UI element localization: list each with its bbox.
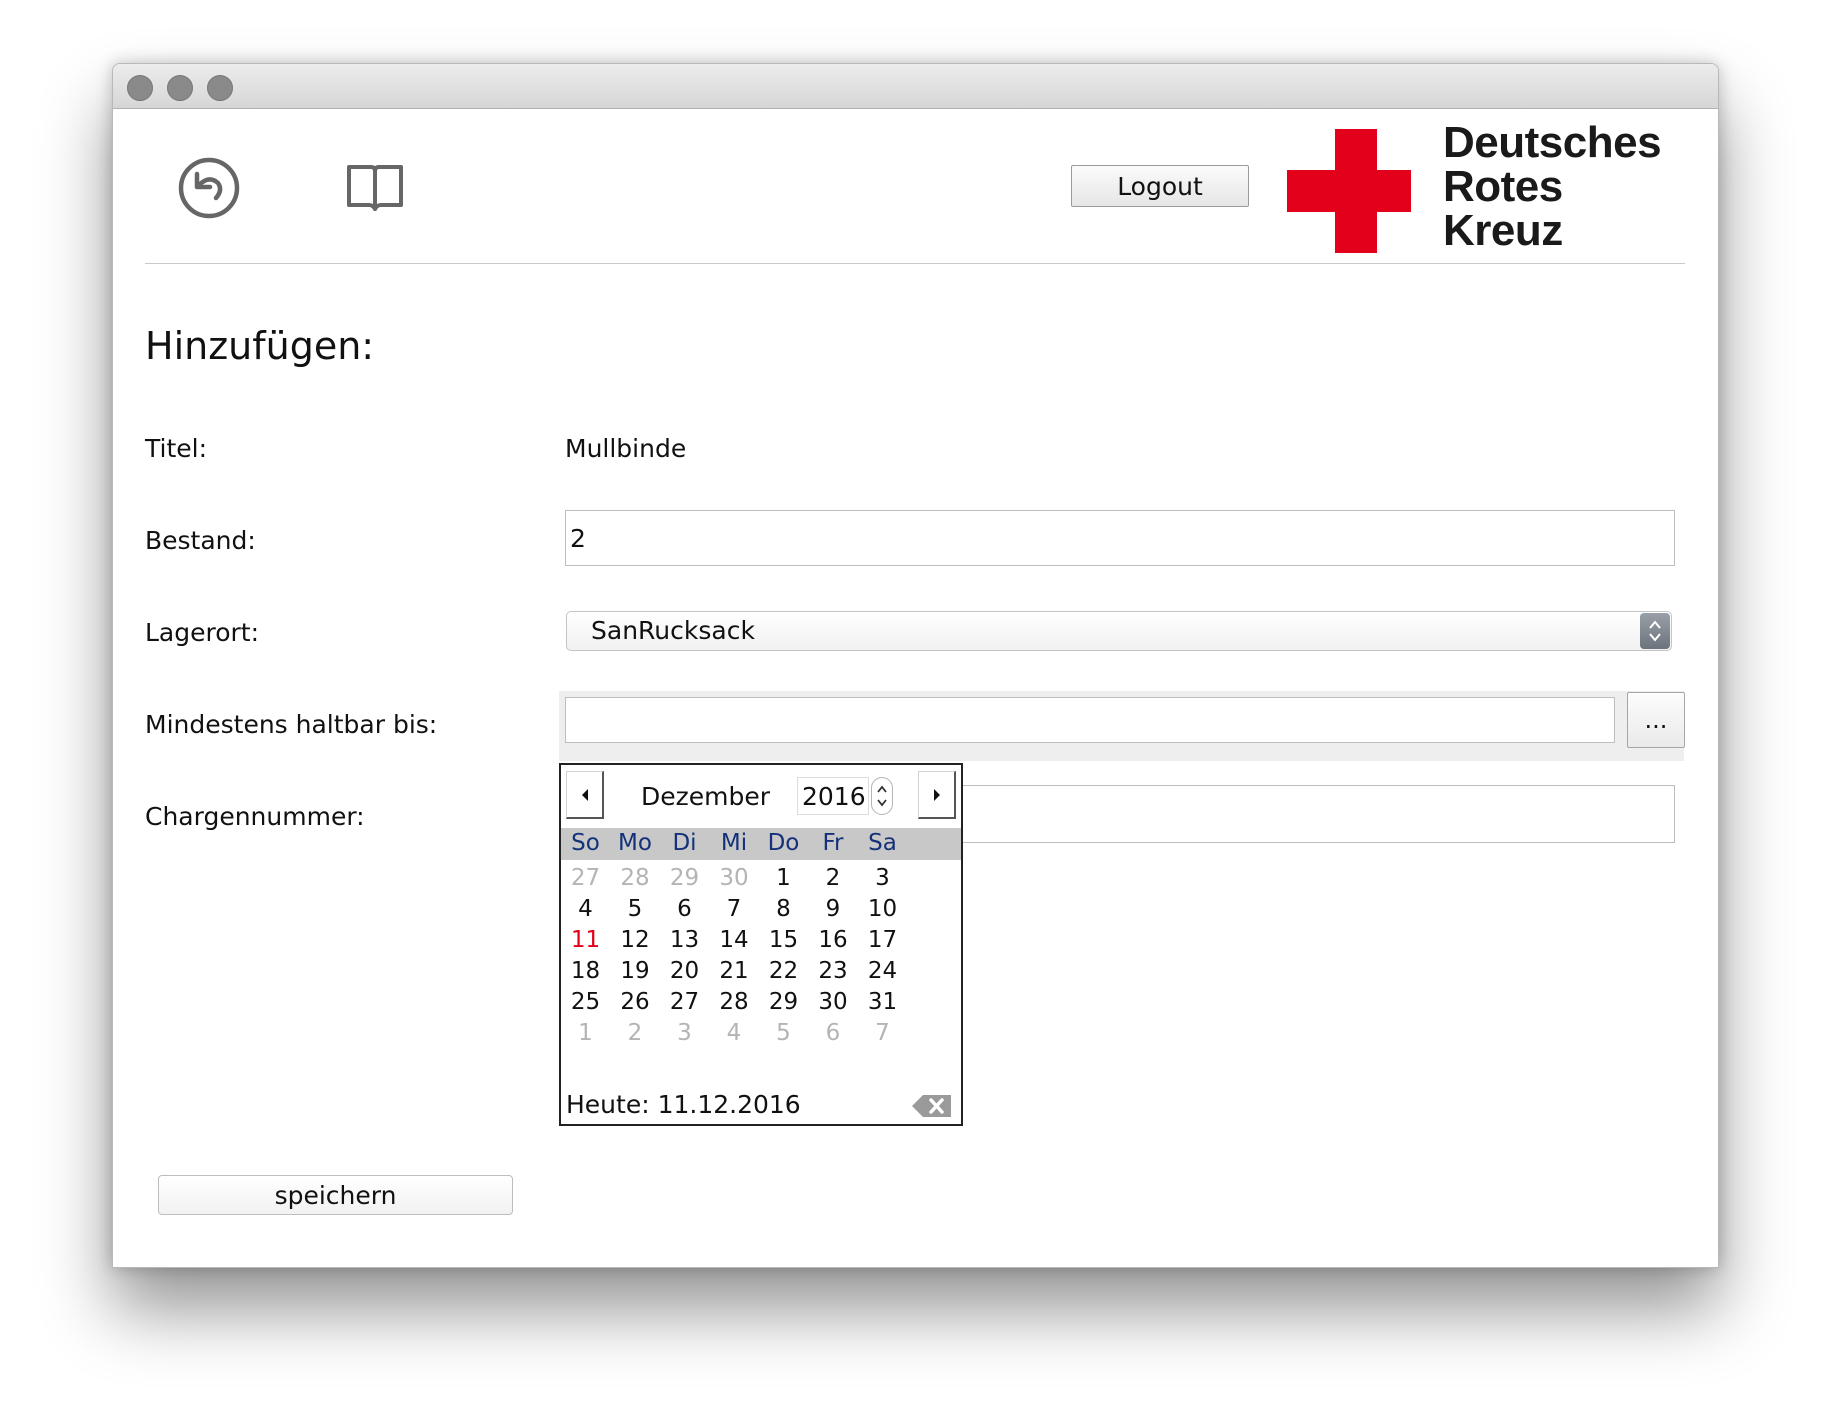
calendar-day[interactable]: 2 bbox=[805, 865, 862, 891]
calendar-day[interactable]: 29 bbox=[755, 989, 812, 1015]
next-month-button[interactable] bbox=[918, 771, 956, 819]
select-arrows-icon bbox=[1640, 613, 1670, 649]
calendar-day[interactable]: 18 bbox=[557, 958, 614, 984]
titel-label: Titel: bbox=[145, 434, 207, 463]
titel-value: Mullbinde bbox=[565, 434, 687, 463]
calendar-day[interactable]: 15 bbox=[755, 927, 812, 953]
bestand-label: Bestand: bbox=[145, 526, 256, 555]
calendar-day[interactable]: 28 bbox=[607, 865, 664, 891]
calendar-day[interactable]: 4 bbox=[557, 896, 614, 922]
open-book-icon bbox=[347, 165, 403, 211]
calendar-day[interactable]: 7 bbox=[706, 896, 763, 922]
calendar-day[interactable]: 8 bbox=[755, 896, 812, 922]
calendar-day[interactable]: 9 bbox=[805, 896, 862, 922]
calendar-day[interactable]: 6 bbox=[656, 896, 713, 922]
calendar-day[interactable]: 10 bbox=[854, 896, 911, 922]
calendar-day[interactable]: 5 bbox=[607, 896, 664, 922]
bestand-input[interactable] bbox=[565, 510, 1675, 566]
prev-month-button[interactable] bbox=[566, 771, 604, 819]
clear-backspace-icon bbox=[912, 1095, 951, 1117]
weekday-header: So Mo Di Mi Do Fr Sa bbox=[561, 828, 961, 860]
calendar-day[interactable]: 25 bbox=[557, 989, 614, 1015]
weekday-fr: Fr bbox=[822, 830, 844, 856]
calendar-day[interactable]: 6 bbox=[805, 1020, 862, 1046]
calendar-day[interactable]: 22 bbox=[755, 958, 812, 984]
weekday-mi: Mi bbox=[720, 830, 748, 856]
calendar-day[interactable]: 12 bbox=[607, 927, 664, 953]
calendar-day[interactable]: 16 bbox=[805, 927, 862, 953]
calendar-day[interactable]: 31 bbox=[854, 989, 911, 1015]
page-title: Hinzufügen: bbox=[145, 324, 375, 368]
logo-line-1: Deutsches bbox=[1443, 118, 1662, 167]
calendar-day[interactable]: 2 bbox=[607, 1020, 664, 1046]
calendar-day[interactable]: 19 bbox=[607, 958, 664, 984]
zoom-window-button[interactable] bbox=[207, 75, 233, 101]
lagerort-selected-value: SanRucksack bbox=[591, 616, 755, 645]
close-window-button[interactable] bbox=[127, 75, 153, 101]
mhd-date-input[interactable] bbox=[565, 697, 1615, 743]
drk-logo: Deutsches Rotes Kreuz bbox=[1287, 121, 1697, 261]
calendar-day[interactable]: 3 bbox=[854, 865, 911, 891]
header-divider bbox=[145, 263, 1685, 264]
calendar-day[interactable]: 30 bbox=[805, 989, 862, 1015]
calendar-day[interactable]: 26 bbox=[607, 989, 664, 1015]
weekday-do: Do bbox=[767, 830, 800, 856]
calendar-year-field[interactable]: 2016 bbox=[797, 777, 869, 815]
back-button[interactable] bbox=[177, 156, 241, 220]
title-bar bbox=[113, 64, 1718, 109]
weekday-mo: Mo bbox=[618, 830, 652, 856]
calendar-day[interactable]: 27 bbox=[656, 989, 713, 1015]
calendar-day[interactable]: 28 bbox=[706, 989, 763, 1015]
calendar-day[interactable]: 1 bbox=[557, 1020, 614, 1046]
calendar-day[interactable]: 27 bbox=[557, 865, 614, 891]
lagerort-select[interactable]: SanRucksack bbox=[566, 611, 1672, 651]
calendar-day[interactable]: 11 bbox=[557, 927, 614, 953]
calendar-day[interactable]: 5 bbox=[755, 1020, 812, 1046]
weekday-so: So bbox=[571, 830, 600, 856]
calendar-day[interactable]: 21 bbox=[706, 958, 763, 984]
calendar-day[interactable]: 3 bbox=[656, 1020, 713, 1046]
today-link[interactable]: Heute: 11.12.2016 bbox=[566, 1090, 801, 1119]
calendar-day[interactable]: 29 bbox=[656, 865, 713, 891]
app-window: Logout Deutsches Rotes Kreuz Hinzufügen:… bbox=[112, 63, 1719, 1268]
lagerort-label: Lagerort: bbox=[145, 618, 260, 647]
mhd-label: Mindestens haltbar bis: bbox=[145, 710, 438, 739]
spinner-arrows-icon bbox=[877, 785, 887, 807]
calendar-day[interactable]: 4 bbox=[706, 1020, 763, 1046]
calendar-day[interactable]: 13 bbox=[656, 927, 713, 953]
date-picker-button[interactable]: ... bbox=[1627, 692, 1685, 748]
back-arrow-circle-icon bbox=[178, 157, 240, 219]
calendar-day[interactable]: 24 bbox=[854, 958, 911, 984]
weekday-di: Di bbox=[672, 830, 697, 856]
calendar-day[interactable]: 30 bbox=[706, 865, 763, 891]
calendar-day[interactable]: 1 bbox=[755, 865, 812, 891]
calendar-day[interactable]: 17 bbox=[854, 927, 911, 953]
calendar-day[interactable]: 23 bbox=[805, 958, 862, 984]
calendar-day[interactable]: 7 bbox=[854, 1020, 911, 1046]
book-button[interactable] bbox=[345, 161, 405, 215]
save-button[interactable]: speichern bbox=[158, 1175, 513, 1215]
charge-label: Chargennummer: bbox=[145, 802, 365, 831]
weekday-sa: Sa bbox=[868, 830, 897, 856]
clear-date-button[interactable] bbox=[911, 1093, 953, 1123]
calendar-day[interactable]: 14 bbox=[706, 927, 763, 953]
calendar-popup: Dezember 2016 So Mo Di Mi Do Fr Sa 27 28 29 30 1 2 3… bbox=[559, 763, 963, 1126]
logout-button[interactable]: Logout bbox=[1071, 165, 1249, 207]
year-spinner[interactable] bbox=[871, 777, 893, 815]
minimize-window-button[interactable] bbox=[167, 75, 193, 101]
logo-line-2: Rotes bbox=[1443, 162, 1563, 211]
logo-line-3: Kreuz bbox=[1443, 206, 1563, 255]
main-content: Logout Deutsches Rotes Kreuz Hinzufügen:… bbox=[113, 109, 1718, 1267]
caret-left-icon bbox=[581, 788, 588, 801]
caret-right-icon bbox=[933, 788, 940, 801]
calendar-month: Dezember bbox=[641, 782, 771, 811]
calendar-day[interactable]: 20 bbox=[656, 958, 713, 984]
